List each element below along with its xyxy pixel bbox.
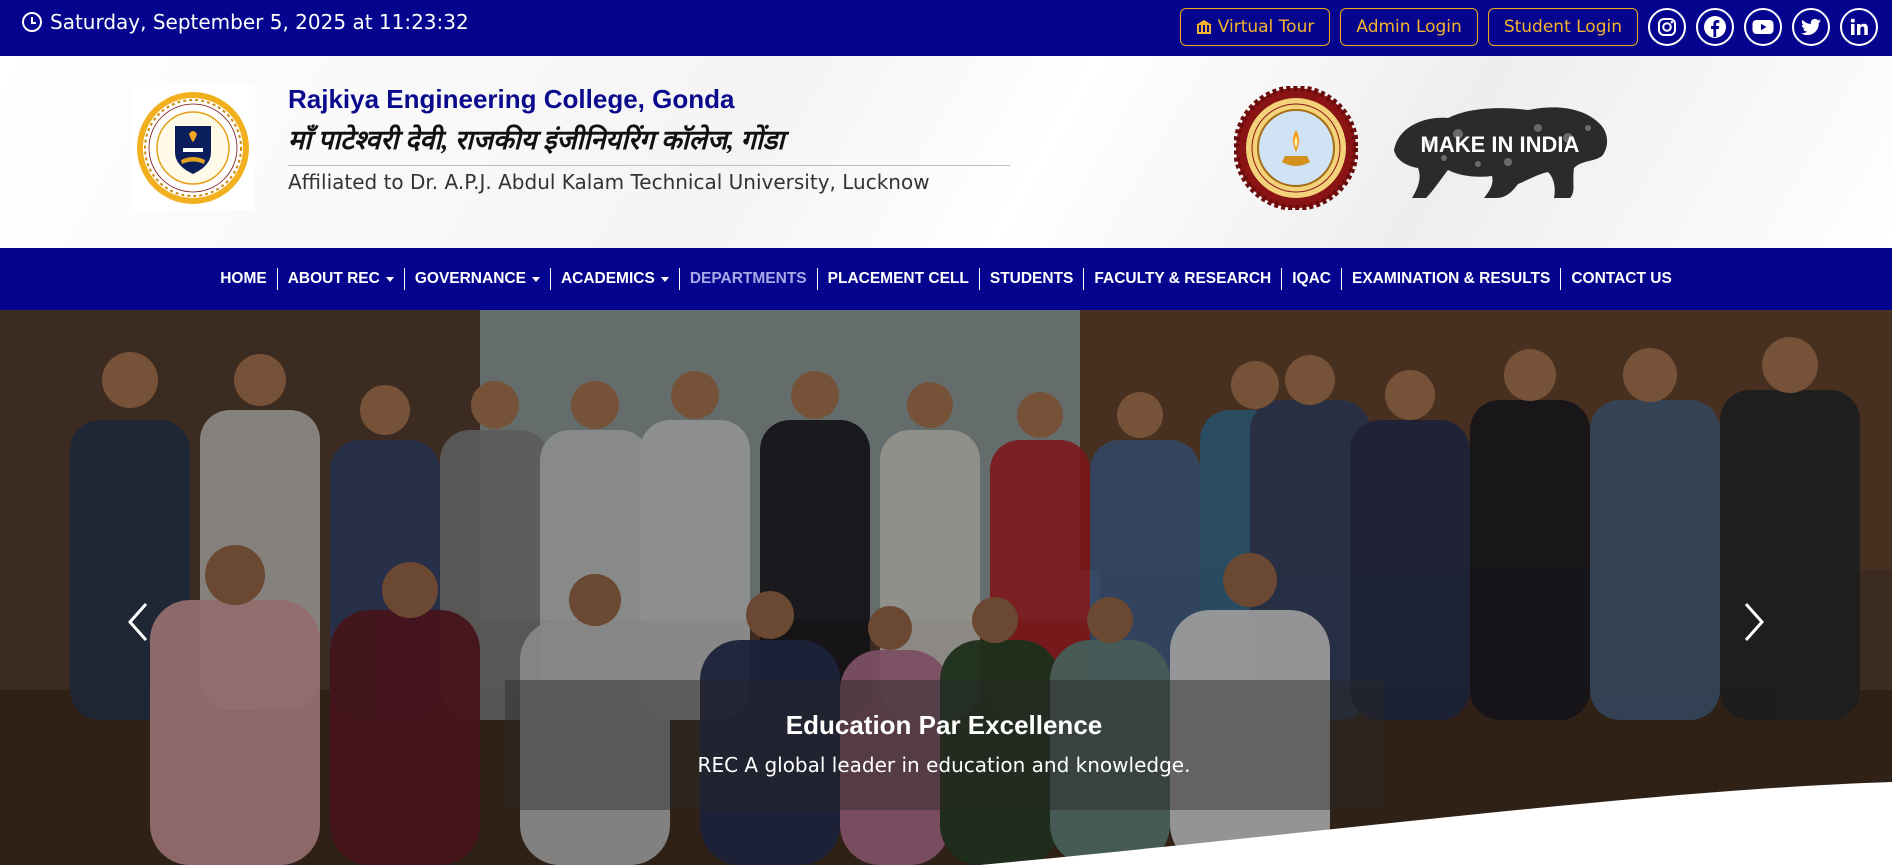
admin-login-label: Admin Login — [1356, 17, 1462, 37]
clock-icon — [22, 12, 42, 32]
virtual-tour-button[interactable]: Virtual Tour — [1179, 8, 1331, 46]
nav-contact-us-label: CONTACT US — [1571, 270, 1672, 287]
top-bar: Saturday, September 5, 2025 at 11:23:32 … — [0, 0, 1892, 56]
datetime: Saturday, September 5, 2025 at 11:23:32 — [22, 10, 469, 34]
youtube-icon[interactable] — [1744, 8, 1782, 46]
nav-home-label: HOME — [220, 270, 267, 287]
nav-about-rec-label: ABOUT REC — [287, 270, 380, 287]
nav-home[interactable]: HOME — [210, 268, 277, 290]
site-header: Rajkiya Engineering College, Gonda माँ प… — [0, 56, 1892, 248]
datetime-text: Saturday, September 5, 2025 at 11:23:32 — [50, 10, 469, 34]
aktu-logo[interactable] — [1233, 85, 1359, 211]
hero-wave — [980, 782, 1892, 865]
hero-carousel: Education Par Excellence REC A global le… — [0, 310, 1892, 865]
nav-academics[interactable]: ACADEMICS — [549, 268, 679, 290]
header-divider — [288, 165, 1010, 166]
nav-departments-label: DEPARTMENTS — [689, 270, 807, 287]
building-icon — [1195, 20, 1212, 34]
main-nav: HOME ABOUT REC GOVERNANCE ACADEMICS DEPA… — [0, 248, 1892, 310]
nav-contact-us[interactable]: CONTACT US — [1560, 268, 1681, 290]
nav-examination-results[interactable]: EXAMINATION & RESULTS — [1340, 268, 1560, 290]
college-name-hi: माँ पाटेश्वरी देवी, राजकीय इंजीनियरिंग क… — [288, 125, 785, 155]
student-login-label: Student Login — [1503, 17, 1622, 37]
nav-examination-results-label: EXAMINATION & RESULTS — [1351, 270, 1551, 287]
college-name-en: Rajkiya Engineering College, Gonda — [288, 84, 735, 114]
nav-academics-label: ACADEMICS — [560, 270, 655, 287]
nav-students-label: STUDENTS — [989, 270, 1074, 287]
twitter-icon[interactable] — [1792, 8, 1830, 46]
nav-faculty-research-label: FACULTY & RESEARCH — [1094, 270, 1272, 287]
make-in-india-logo[interactable]: MAKE IN INDIA — [1388, 98, 1612, 202]
nav-about-rec[interactable]: ABOUT REC — [276, 268, 404, 290]
nav-placement-cell-label: PLACEMENT CELL — [827, 270, 969, 287]
virtual-tour-label: Virtual Tour — [1217, 17, 1315, 37]
caret-down-icon — [660, 276, 669, 282]
admin-login-button[interactable]: Admin Login — [1340, 8, 1478, 46]
linkedin-icon[interactable] — [1840, 8, 1878, 46]
college-logo[interactable] — [131, 86, 255, 210]
nav-iqac[interactable]: IQAC — [1281, 268, 1341, 290]
nav-faculty-research[interactable]: FACULTY & RESEARCH — [1083, 268, 1281, 290]
top-actions: Virtual Tour Admin Login Student Login — [1179, 8, 1878, 46]
nav-iqac-label: IQAC — [1292, 270, 1331, 287]
instagram-icon[interactable] — [1648, 8, 1686, 46]
nav-governance[interactable]: GOVERNANCE — [403, 268, 550, 290]
nav-governance-label: GOVERNANCE — [414, 270, 526, 287]
student-login-button[interactable]: Student Login — [1487, 8, 1638, 46]
affiliation-text: Affiliated to Dr. A.P.J. Abdul Kalam Tec… — [288, 170, 930, 194]
caret-down-icon — [385, 276, 394, 282]
facebook-icon[interactable] — [1696, 8, 1734, 46]
caret-down-icon — [531, 276, 540, 282]
nav-departments[interactable]: DEPARTMENTS — [678, 268, 817, 290]
make-in-india-text: MAKE IN INDIA — [1421, 132, 1580, 157]
nav-placement-cell[interactable]: PLACEMENT CELL — [816, 268, 979, 290]
nav-students[interactable]: STUDENTS — [978, 268, 1084, 290]
